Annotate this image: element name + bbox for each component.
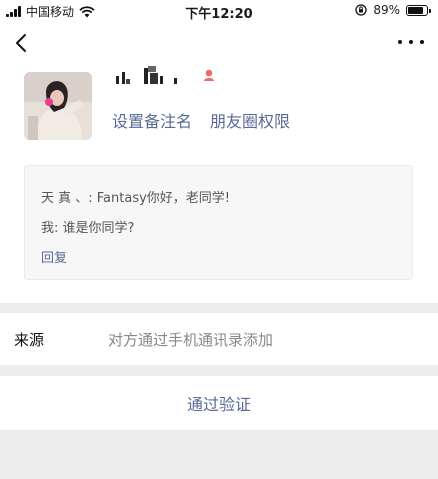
avatar[interactable] (24, 72, 92, 140)
nickname-row (114, 64, 216, 86)
more-dot (398, 40, 402, 44)
profile-actions: 设置备注名 朋友圈权限 (112, 108, 290, 132)
back-chevron-icon[interactable] (10, 30, 34, 56)
set-remark-link[interactable]: 设置备注名 (112, 108, 192, 132)
verify-button[interactable]: 通过验证 (187, 391, 251, 415)
moments-permission-link[interactable]: 朋友圈权限 (210, 108, 290, 132)
source-row: 来源 对方通过手机通讯录添加 (0, 313, 438, 365)
status-right: 89% (355, 3, 431, 17)
more-options-button[interactable] (398, 32, 424, 52)
my-reply-message: 我: 谁是你同学? (41, 221, 135, 236)
nickname-obscured (116, 66, 177, 84)
battery-fill (408, 6, 423, 14)
greeting-message: 天 真 、: Fantasy你好，老同学! (41, 191, 231, 206)
section-divider (0, 365, 438, 376)
verification-message-card: 天 真 、: Fantasy你好，老同学! 我: 谁是你同学? 回复 (24, 165, 413, 280)
battery-icon (406, 4, 431, 16)
section-divider (0, 303, 438, 313)
more-dot (420, 40, 424, 44)
more-dot (409, 40, 413, 44)
female-gender-icon (204, 69, 214, 81)
reply-link[interactable]: 回复 (41, 244, 412, 274)
verify-row[interactable]: 通过验证 (0, 376, 438, 430)
orientation-lock-icon (355, 4, 367, 16)
source-value: 对方通过手机通讯录添加 (108, 331, 274, 349)
source-label: 来源 (14, 331, 45, 349)
avatar-photo (24, 72, 92, 140)
status-bar: 中国移动 下午12:20 89% (0, 0, 438, 22)
bottom-filler (0, 430, 438, 479)
battery-percent: 89% (373, 3, 400, 17)
